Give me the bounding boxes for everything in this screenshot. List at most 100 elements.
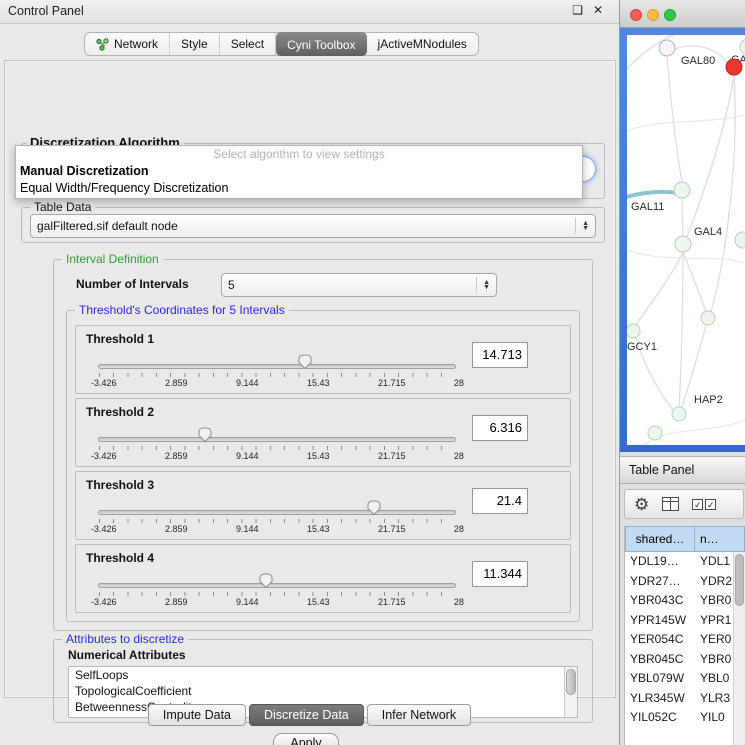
cell-shared-name[interactable]: YBR045C xyxy=(625,650,695,670)
algorithm-option-manual[interactable]: Manual Discretization xyxy=(16,163,582,180)
tab-cyni-toolbox[interactable]: Cyni Toolbox xyxy=(276,32,366,56)
table-data-group-title: Table Data xyxy=(30,200,95,215)
network-node[interactable] xyxy=(672,407,686,421)
network-node[interactable] xyxy=(701,311,715,325)
slider-track[interactable] xyxy=(98,510,456,515)
scale-tick-label: 21.715 xyxy=(378,597,406,607)
float-window-icon[interactable]: ❏ xyxy=(572,3,583,17)
top-tabstrip: Network Style Select Cyni Toolbox jActiv… xyxy=(84,32,479,56)
network-node[interactable] xyxy=(675,236,691,252)
scale-tick-label: -3.426 xyxy=(91,597,117,607)
tab-discretize-data[interactable]: Discretize Data xyxy=(249,704,364,726)
cell-shared-name[interactable]: YDR27… xyxy=(625,572,695,592)
cell-shared-name[interactable]: YIL052C xyxy=(625,708,695,728)
table-row[interactable]: YLR345W YLR3 xyxy=(625,689,745,709)
slider-track[interactable] xyxy=(98,583,456,588)
table-scrollbar[interactable] xyxy=(733,552,745,745)
table-data-combobox[interactable]: galFiltered.sif default node ▲▼ xyxy=(30,214,596,238)
network-node-label: GAL11 xyxy=(631,201,664,213)
slider-thumb[interactable] xyxy=(258,572,274,589)
threshold-value-field[interactable]: 6.316 xyxy=(472,415,528,441)
tab-impute-data[interactable]: Impute Data xyxy=(148,704,246,726)
attributes-scrollbar-thumb[interactable] xyxy=(566,669,576,695)
network-edge xyxy=(636,252,683,325)
network-node[interactable] xyxy=(659,40,675,56)
slider-track[interactable] xyxy=(98,437,456,442)
network-node[interactable] xyxy=(735,232,745,248)
column-header-name[interactable]: n… xyxy=(695,526,745,552)
number-of-intervals-value: 5 xyxy=(228,278,235,292)
network-icon xyxy=(96,38,109,51)
scale-tick-label: -3.426 xyxy=(91,524,117,534)
table-row[interactable]: YBL079W YBL0 xyxy=(625,669,745,689)
algorithm-option-equal-width[interactable]: Equal Width/Frequency Discretization xyxy=(16,180,582,197)
tab-select[interactable]: Select xyxy=(220,33,276,55)
cell-shared-name[interactable]: YBR043C xyxy=(625,591,695,611)
control-panel-titlebar[interactable]: Control Panel ❏ ✕ xyxy=(0,0,619,24)
cell-shared-name[interactable]: YPR145W xyxy=(625,611,695,631)
threshold-slider[interactable]: -3.426 2.859 9.144 15.43 21.715 28 xyxy=(98,356,456,390)
slider-track[interactable] xyxy=(98,364,456,369)
network-edge xyxy=(687,75,734,237)
apply-button[interactable]: Apply xyxy=(273,733,339,745)
tab-infer-network[interactable]: Infer Network xyxy=(367,704,471,726)
minimize-window-button[interactable] xyxy=(647,9,659,21)
scale-tick-label: 28 xyxy=(454,451,464,461)
slider-ticks xyxy=(99,592,455,596)
interval-definition-title: Interval Definition xyxy=(62,252,163,267)
close-window-button[interactable] xyxy=(630,9,642,21)
table-row[interactable]: YER054C YER0 xyxy=(625,630,745,650)
threshold-value-field[interactable]: 21.4 xyxy=(472,488,528,514)
cyni-panel-body: Discretization Algorithm Select algorith… xyxy=(4,60,616,698)
tab-style[interactable]: Style xyxy=(170,33,220,55)
network-canvas[interactable]: GAL80GAGAL11GAL4GCY1HAP2 xyxy=(627,35,745,445)
attribute-list-item[interactable]: SelfLoops xyxy=(69,667,577,683)
slider-ticks xyxy=(99,373,455,377)
tab-jactivemnodules[interactable]: jActiveMNodules xyxy=(367,33,478,55)
combo-arrows-icon[interactable]: ▲▼ xyxy=(476,277,490,293)
threshold-panel: Threshold 3 xyxy=(75,471,571,540)
columns-icon[interactable] xyxy=(662,497,679,511)
table-scrollbar-thumb[interactable] xyxy=(735,554,744,606)
network-node[interactable] xyxy=(726,59,742,75)
cell-shared-name[interactable]: YLR345W xyxy=(625,689,695,709)
column-header-shared-name[interactable]: shared… xyxy=(625,526,695,552)
network-node[interactable] xyxy=(627,324,640,338)
table-header-row: shared… n… xyxy=(625,526,745,552)
threshold-slider[interactable]: -3.426 2.859 9.144 15.43 21.715 28 xyxy=(98,502,456,536)
combo-arrows-icon[interactable]: ▲▼ xyxy=(575,218,589,234)
threshold-value-field[interactable]: 14.713 xyxy=(472,342,528,368)
scale-tick-label: 28 xyxy=(454,378,464,388)
table-row[interactable]: YBR045C YBR0 xyxy=(625,650,745,670)
cell-shared-name[interactable]: YBL079W xyxy=(625,669,695,689)
slider-thumb[interactable] xyxy=(297,353,313,370)
table-panel-header[interactable]: Table Panel xyxy=(620,456,745,484)
number-of-intervals-combobox[interactable]: 5 ▲▼ xyxy=(221,273,497,297)
table-row[interactable]: YPR145W YPR1 xyxy=(625,611,745,631)
table-row[interactable]: YBR043C YBR0 xyxy=(625,591,745,611)
threshold-slider[interactable]: -3.426 2.859 9.144 15.43 21.715 28 xyxy=(98,575,456,609)
down-arrow-icon: ▼ xyxy=(483,285,490,290)
scale-tick-label: 28 xyxy=(454,597,464,607)
close-panel-icon[interactable]: ✕ xyxy=(593,3,603,17)
table-row[interactable]: YIL052C YIL0 xyxy=(625,708,745,728)
attribute-list-item[interactable]: TopologicalCoefficient xyxy=(69,683,577,699)
tab-network[interactable]: Network xyxy=(85,33,170,55)
gear-icon[interactable]: ⚙ xyxy=(634,496,649,513)
threshold-value-field[interactable]: 11.344 xyxy=(472,561,528,587)
zoom-window-button[interactable] xyxy=(664,9,676,21)
network-node[interactable] xyxy=(648,426,662,440)
slider-thumb[interactable] xyxy=(197,426,213,443)
network-node[interactable] xyxy=(674,182,690,198)
table-row[interactable]: YDR27… YDR2 xyxy=(625,572,745,592)
threshold-slider[interactable]: -3.426 2.859 9.144 15.43 21.715 28 xyxy=(98,429,456,463)
network-node-label: GCY1 xyxy=(627,341,657,353)
cell-shared-name[interactable]: YER054C xyxy=(625,630,695,650)
network-node[interactable] xyxy=(740,39,745,55)
network-edge xyxy=(711,75,735,312)
network-node-label: GAL4 xyxy=(694,226,722,238)
table-row[interactable]: YDL19… YDL1 xyxy=(625,552,745,572)
slider-thumb[interactable] xyxy=(366,499,382,516)
cell-shared-name[interactable]: YDL19… xyxy=(625,552,695,572)
select-columns-icon[interactable]: ✓ ✓ xyxy=(692,499,716,510)
